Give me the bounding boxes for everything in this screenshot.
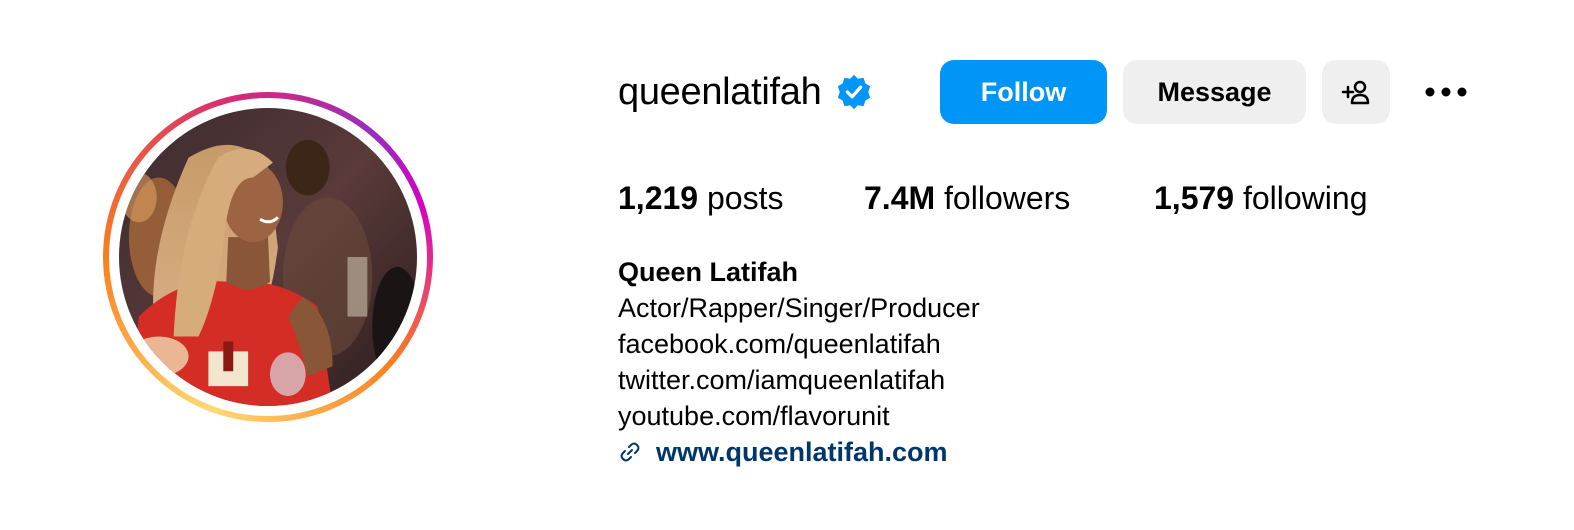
- message-button[interactable]: Message: [1123, 60, 1306, 124]
- avatar-gap: [109, 98, 427, 416]
- bio-section: Queen Latifah Actor/Rapper/Singer/Produc…: [618, 254, 980, 470]
- following-label: following: [1242, 180, 1368, 216]
- followers-label: followers: [944, 180, 1071, 216]
- link-icon: [620, 442, 640, 462]
- bio-line: Actor/Rapper/Singer/Producer: [618, 293, 980, 323]
- username: queenlatifah: [618, 71, 822, 113]
- add-person-icon: [1341, 80, 1370, 105]
- posts-stat: 1,219 posts: [618, 176, 783, 220]
- follow-button[interactable]: Follow: [940, 60, 1107, 124]
- avatar[interactable]: [119, 108, 417, 406]
- add-person-button[interactable]: [1322, 60, 1390, 124]
- following-stat[interactable]: 1,579 following: [1154, 176, 1367, 220]
- posts-label: posts: [706, 180, 784, 216]
- following-count: 1,579: [1154, 180, 1235, 216]
- website-url[interactable]: www.queenlatifah.com: [656, 434, 948, 470]
- verified-badge-icon: [838, 74, 871, 110]
- profile-header: queenlatifah: [618, 59, 873, 125]
- posts-count: 1,219: [618, 180, 699, 216]
- more-options-icon: [1425, 87, 1467, 97]
- full-name: Queen Latifah: [618, 257, 799, 287]
- bio-line: facebook.com/queenlatifah: [618, 329, 941, 359]
- story-ring[interactable]: [103, 92, 433, 422]
- followers-stat[interactable]: 7.4M followers: [864, 176, 1070, 220]
- more-options-button[interactable]: [1414, 60, 1478, 124]
- followers-count: 7.4M: [864, 180, 936, 216]
- website-link[interactable]: www.queenlatifah.com: [618, 434, 980, 470]
- bio-line: twitter.com/iamqueenlatifah: [618, 365, 946, 395]
- bio-line: youtube.com/flavorunit: [618, 401, 890, 431]
